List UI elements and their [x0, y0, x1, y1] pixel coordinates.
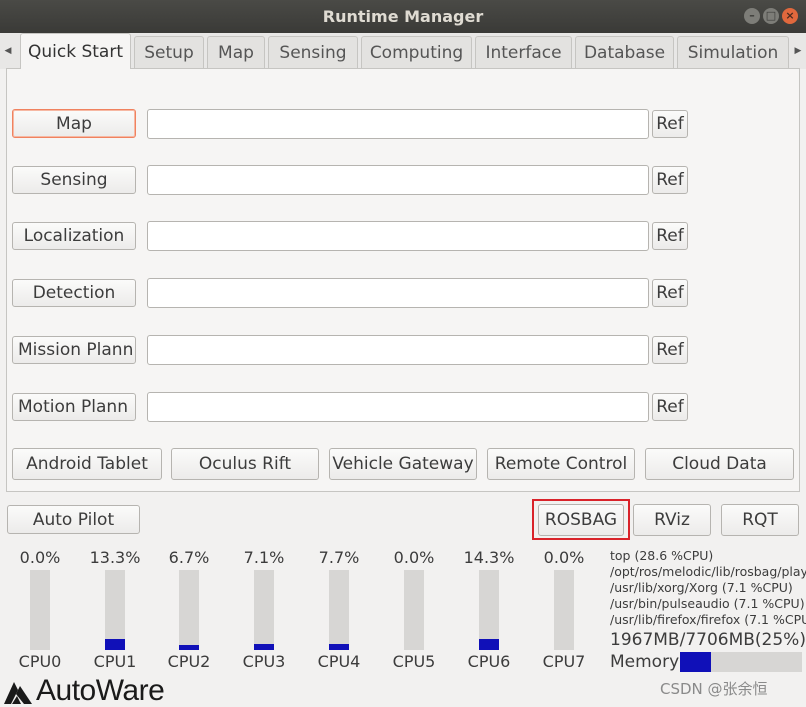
- cpu-percent: 0.0%: [543, 548, 585, 567]
- rosbag-highlight-box: [532, 499, 630, 540]
- cpu-usage-bar: [179, 570, 199, 650]
- tab-bar: ◀ Quick Start Setup Map Sensing Computin…: [0, 33, 806, 69]
- top-process-item: /usr/bin/pulseaudio (7.1 %CPU): [610, 596, 805, 611]
- tab-sensing[interactable]: Sensing: [268, 36, 358, 69]
- cpu-usage-fill: [254, 644, 274, 650]
- cpu-monitor-5: 0.0% CPU5: [384, 548, 444, 678]
- map-path-field[interactable]: [147, 109, 649, 139]
- cpu-monitor-6: 14.3% CPU6: [459, 548, 519, 678]
- memory-label: Memory: [610, 652, 680, 672]
- cpu-usage-fill: [479, 638, 499, 650]
- cpu-monitor-3: 7.1% CPU3: [234, 548, 294, 678]
- memory-usage-fill: [680, 652, 711, 672]
- motion-planning-ref-button[interactable]: Ref: [652, 393, 688, 421]
- tab-interface[interactable]: Interface: [475, 36, 572, 69]
- detection-ref-button[interactable]: Ref: [652, 279, 688, 307]
- autoware-logo: AutoWare: [2, 674, 165, 707]
- top-process-item: /opt/ros/melodic/lib/rosbag/play: [610, 564, 806, 579]
- cpu-label: CPU2: [167, 652, 211, 671]
- window-controls: – □ ×: [744, 8, 798, 24]
- cpu-usage-fill: [329, 643, 349, 650]
- rqt-button[interactable]: RQT: [721, 504, 799, 536]
- tab-quick-start[interactable]: Quick Start: [20, 33, 131, 69]
- detection-path-field[interactable]: [147, 278, 649, 308]
- cpu-label: CPU3: [242, 652, 286, 671]
- tab-scroll-left-icon[interactable]: ◀: [0, 33, 16, 69]
- cpu-usage-fill: [105, 639, 125, 650]
- tab-map[interactable]: Map: [207, 36, 265, 69]
- window-titlebar: Runtime Manager – □ ×: [0, 0, 806, 33]
- detection-button[interactable]: Detection: [12, 279, 136, 307]
- cpu-label: CPU4: [317, 652, 361, 671]
- cpu-percent: 0.0%: [393, 548, 435, 567]
- maximize-icon[interactable]: □: [763, 8, 779, 24]
- mission-planning-path-field[interactable]: [147, 335, 649, 365]
- vehicle-gateway-button[interactable]: Vehicle Gateway: [329, 448, 477, 480]
- cpu-usage-bar: [254, 570, 274, 650]
- sensing-path-field[interactable]: [147, 165, 649, 195]
- cpu-usage-bar: [404, 570, 424, 650]
- cpu-monitor-0: 0.0% CPU0: [10, 548, 70, 678]
- cpu-percent: 6.7%: [168, 548, 210, 567]
- motion-planning-button[interactable]: Motion Plann: [12, 393, 136, 421]
- top-process-item: /usr/lib/firefox/firefox (7.1 %CPU): [610, 612, 806, 627]
- cpu-percent: 7.7%: [318, 548, 360, 567]
- window-title: Runtime Manager: [322, 7, 484, 26]
- tab-database[interactable]: Database: [575, 36, 674, 69]
- cloud-data-button[interactable]: Cloud Data: [645, 448, 794, 480]
- cpu-monitor-2: 6.7% CPU2: [159, 548, 219, 678]
- minimize-icon[interactable]: –: [744, 8, 760, 24]
- cpu-percent: 14.3%: [463, 548, 515, 567]
- motion-planning-path-field[interactable]: [147, 392, 649, 422]
- memory-usage-bar: [680, 652, 802, 672]
- cpu-usage-bar: [479, 570, 499, 650]
- top-process-list: top (28.6 %CPU) /opt/ros/melodic/lib/ros…: [610, 548, 806, 628]
- remote-control-button[interactable]: Remote Control: [487, 448, 635, 480]
- cpu-percent: 7.1%: [243, 548, 285, 567]
- rviz-button[interactable]: RViz: [633, 504, 711, 536]
- android-tablet-button[interactable]: Android Tablet: [12, 448, 162, 480]
- mission-planning-ref-button[interactable]: Ref: [652, 336, 688, 364]
- autoware-logo-text: AutoWare: [36, 674, 165, 707]
- memory-usage-text: 1967MB/7706MB(25%): [610, 630, 806, 650]
- cpu-percent: 13.3%: [89, 548, 141, 567]
- cpu-label: CPU6: [467, 652, 511, 671]
- cpu-label: CPU7: [542, 652, 586, 671]
- cpu-usage-bar: [105, 570, 125, 650]
- cpu-usage-bar: [554, 570, 574, 650]
- localization-ref-button[interactable]: Ref: [652, 222, 688, 250]
- watermark-text: CSDN @张余恒: [660, 680, 768, 698]
- cpu-percent: 0.0%: [19, 548, 61, 567]
- cpu-monitor-1: 13.3% CPU1: [85, 548, 145, 678]
- cpu-label: CPU0: [18, 652, 62, 671]
- cpu-monitor-7: 0.0% CPU7: [534, 548, 594, 678]
- localization-path-field[interactable]: [147, 221, 649, 251]
- tab-simulation[interactable]: Simulation: [677, 36, 789, 69]
- top-process-item: /usr/lib/xorg/Xorg (7.1 %CPU): [610, 580, 793, 595]
- mission-planning-button[interactable]: Mission Plann: [12, 336, 136, 364]
- auto-pilot-button[interactable]: Auto Pilot: [7, 505, 140, 534]
- tab-setup[interactable]: Setup: [134, 36, 204, 69]
- cpu-usage-fill: [179, 644, 199, 650]
- tab-computing[interactable]: Computing: [361, 36, 472, 69]
- oculus-rift-button[interactable]: Oculus Rift: [171, 448, 319, 480]
- cpu-label: CPU5: [392, 652, 436, 671]
- top-process-item: top (28.6 %CPU): [610, 548, 714, 563]
- cpu-usage-bar: [30, 570, 50, 650]
- sensing-button[interactable]: Sensing: [12, 166, 136, 194]
- localization-button[interactable]: Localization: [12, 222, 136, 250]
- tab-scroll-right-icon[interactable]: ▶: [790, 33, 806, 69]
- cpu-usage-bar: [329, 570, 349, 650]
- close-icon[interactable]: ×: [782, 8, 798, 24]
- sensing-ref-button[interactable]: Ref: [652, 166, 688, 194]
- map-button[interactable]: Map: [12, 109, 136, 138]
- autoware-logo-icon: [4, 682, 32, 704]
- cpu-monitor-4: 7.7% CPU4: [309, 548, 369, 678]
- map-ref-button[interactable]: Ref: [652, 110, 688, 138]
- cpu-label: CPU1: [93, 652, 137, 671]
